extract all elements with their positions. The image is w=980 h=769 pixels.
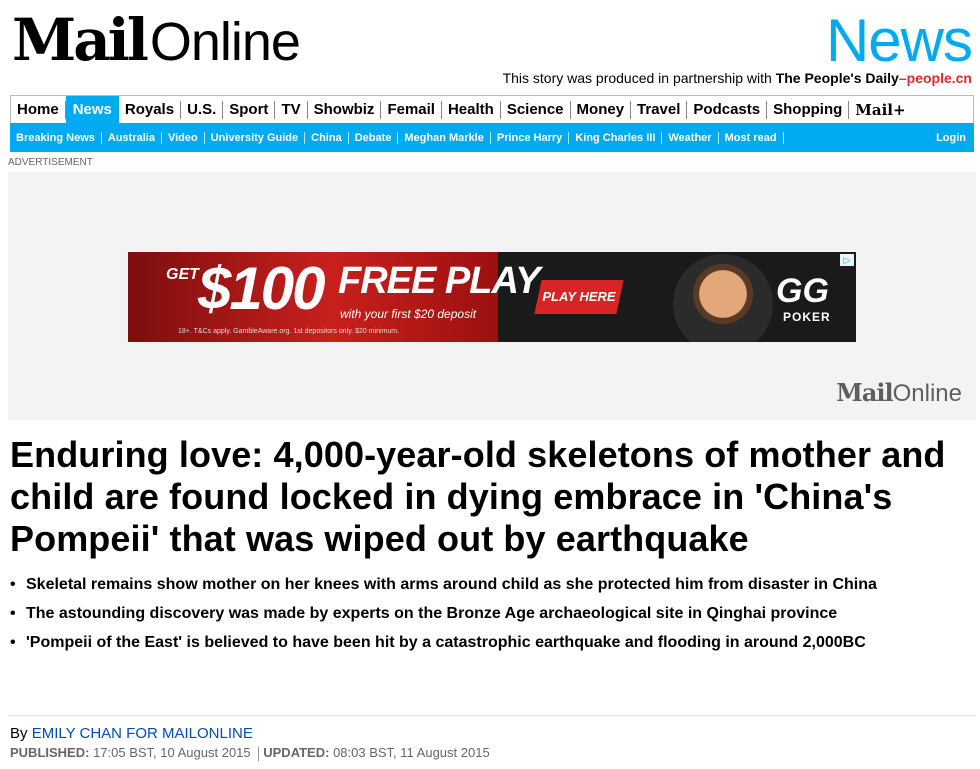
logo-online: Online <box>149 12 301 72</box>
article-dates: PUBLISHED: 17:05 BST, 10 August 2015 UPD… <box>10 745 490 761</box>
login-link[interactable]: Login <box>928 132 974 144</box>
nav-home[interactable]: Home <box>11 100 66 119</box>
nav-travel[interactable]: Travel <box>631 100 688 119</box>
adchoices-icon[interactable]: ▷ <box>840 254 854 266</box>
subnav-australia[interactable]: Australia <box>102 131 162 144</box>
banner-free-play: FREE PLAY <box>338 260 540 302</box>
banner-play-button[interactable]: PLAY HERE <box>534 280 624 314</box>
summary-bullet: 'Pompeii of the East' is believed to hav… <box>8 631 968 655</box>
subnav-video[interactable]: Video <box>162 131 205 144</box>
subnav-breaking-news[interactable]: Breaking News <box>10 131 102 144</box>
partnership-notice: This story was produced in partnership w… <box>503 70 972 86</box>
updated-label: UPDATED: <box>263 745 330 760</box>
nav-us[interactable]: U.S. <box>181 100 224 119</box>
ad-logo-mail: Mail <box>836 378 893 407</box>
partnership-text: This story was produced in partnership w… <box>502 70 776 86</box>
byline-prefix: By <box>10 725 32 742</box>
nav-shopping[interactable]: Shopping <box>767 100 850 119</box>
ad-banner[interactable]: GET $100 FREE PLAY with your first $20 d… <box>128 252 856 342</box>
article-headline: Enduring love: 4,000-year-old skeletons … <box>10 434 946 559</box>
subnav-weather[interactable]: Weather <box>662 131 719 144</box>
partner-site[interactable]: people.cn <box>907 70 972 86</box>
nav-money[interactable]: Money <box>571 100 632 119</box>
ad-logo-online: Online <box>892 380 962 407</box>
secondary-nav: Breaking News Australia Video University… <box>10 123 974 152</box>
banner-brand-sub: POKER <box>783 310 831 324</box>
ad-area-mailonline-logo: MailOnline <box>836 378 962 408</box>
subnav-king-charles[interactable]: King Charles III <box>569 131 663 144</box>
published-date: 17:05 BST, 10 August 2015 <box>89 745 255 760</box>
byline: By EMILY CHAN FOR MAILONLINE <box>10 725 253 742</box>
partner-dash: – <box>898 70 907 86</box>
subnav-university-guide[interactable]: University Guide <box>205 131 306 144</box>
nav-science[interactable]: Science <box>501 100 571 119</box>
nav-sport[interactable]: Sport <box>223 100 276 119</box>
banner-get: GET <box>166 266 199 283</box>
nav-tv[interactable]: TV <box>275 100 308 119</box>
subnav-prince-harry[interactable]: Prince Harry <box>491 131 570 144</box>
article-summary-list: Skeletal remains show mother on her knee… <box>8 573 968 660</box>
nav-showbiz[interactable]: Showbiz <box>308 100 382 119</box>
date-separator <box>258 746 260 761</box>
subnav-most-read[interactable]: Most read <box>719 131 784 144</box>
subnav-meghan-markle[interactable]: Meghan Markle <box>398 131 491 144</box>
primary-nav: Home News Royals U.S. Sport TV Showbiz F… <box>10 95 974 124</box>
advertisement-label: ADVERTISEMENT <box>8 157 93 168</box>
nav-mailplus[interactable]: Mail+ <box>849 101 911 119</box>
channel-title[interactable]: News <box>826 6 973 75</box>
nav-health[interactable]: Health <box>442 100 501 119</box>
summary-bullet: Skeletal remains show mother on her knee… <box>8 573 968 597</box>
logo-mail: Mail <box>12 6 149 74</box>
nav-news[interactable]: News <box>65 95 119 124</box>
banner-terms: 18+. T&Cs apply. GambleAware.org. 1st de… <box>178 328 400 335</box>
updated-date: 08:03 BST, 11 August 2015 <box>329 745 490 760</box>
partner-name: The People's Daily <box>775 70 899 86</box>
masthead: MailOnline News This story was produced … <box>0 0 980 92</box>
ad-container: GET $100 FREE PLAY with your first $20 d… <box>8 172 976 420</box>
banner-brand-logo: GG <box>776 272 829 310</box>
banner-amount: $100 <box>198 255 325 322</box>
banner-person-image <box>673 254 773 342</box>
divider <box>8 715 976 716</box>
nav-royals[interactable]: Royals <box>119 100 182 119</box>
summary-bullet: The astounding discovery was made by exp… <box>8 602 968 626</box>
banner-deposit-text: with your first $20 deposit <box>340 307 477 321</box>
mailonline-logo[interactable]: MailOnline <box>12 6 301 74</box>
published-label: PUBLISHED: <box>10 745 90 760</box>
nav-femail[interactable]: Femail <box>381 100 442 119</box>
author-link[interactable]: EMILY CHAN FOR MAILONLINE <box>32 725 253 742</box>
subnav-china[interactable]: China <box>305 131 349 144</box>
nav-podcasts[interactable]: Podcasts <box>687 100 768 119</box>
banner-play-label: PLAY HERE <box>542 289 616 304</box>
subnav-debate[interactable]: Debate <box>349 131 399 144</box>
